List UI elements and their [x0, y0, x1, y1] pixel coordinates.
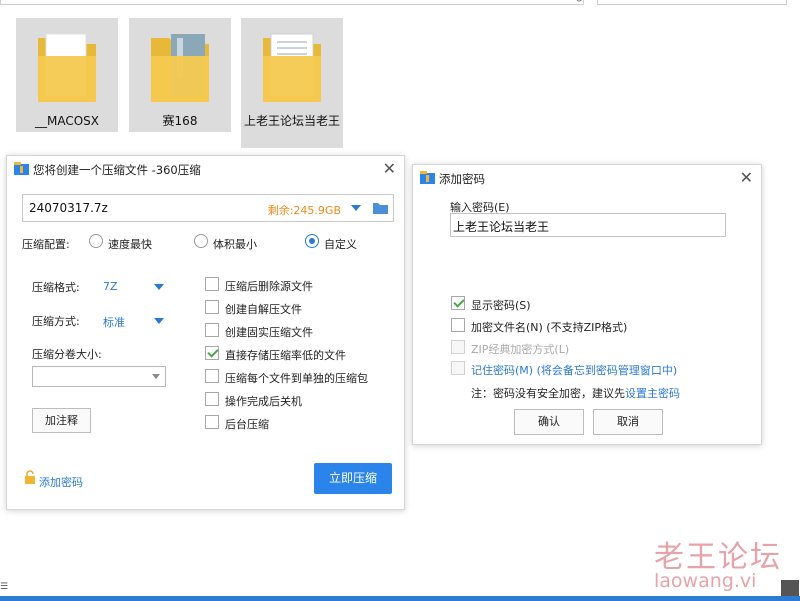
password-dialog: 添加密码 ✕ 输入密码(E) 上老王论坛当老王 显示密码(S) 加密文件名(N)… — [412, 164, 762, 445]
option-fastest-label[interactable]: 速度最快 — [108, 236, 152, 252]
folder-item[interactable]: 上老王论坛当老王 — [241, 18, 343, 148]
checkbox-delete-source[interactable] — [205, 277, 219, 291]
checkbox-label[interactable]: 后台压缩 — [225, 416, 269, 432]
password-dialog-titlebar: 添加密码 ✕ — [413, 165, 761, 191]
lock-icon — [25, 470, 35, 484]
archive-path-field[interactable]: 24070317.7z 剩余:245.9GB — [22, 194, 394, 222]
folder-label: __MACOSX — [34, 114, 99, 128]
checkbox-store-low-ratio[interactable] — [205, 346, 219, 360]
password-value[interactable]: 上老王论坛当老王 — [453, 218, 549, 235]
checkbox-label[interactable]: 创建自解压文件 — [225, 301, 302, 317]
password-note: 注：密码没有安全加密，建议先 — [471, 387, 625, 400]
checkbox-background[interactable] — [205, 415, 219, 429]
password-dialog-title: 添加密码 — [439, 172, 485, 186]
status-bar — [0, 596, 800, 601]
cancel-button[interactable]: 取消 — [593, 409, 663, 435]
checkbox-encrypt-filenames[interactable] — [451, 318, 465, 332]
folder-icon — [151, 34, 209, 102]
archive-app-icon — [420, 171, 435, 184]
chevron-down-icon[interactable] — [154, 318, 164, 324]
folder-icon — [38, 33, 96, 102]
checkbox-label[interactable]: 操作完成后关机 — [225, 393, 302, 409]
folder-label: 赛168 — [162, 114, 198, 128]
checkbox-shutdown[interactable] — [205, 392, 219, 406]
set-master-password-link[interactable]: 设置主密码 — [625, 385, 680, 401]
volume-size-label: 压缩分卷大小: — [32, 348, 102, 361]
add-comment-button[interactable]: 加注释 — [32, 408, 91, 433]
option-smallest-label[interactable]: 体积最小 — [213, 236, 257, 252]
address-bar[interactable] — [0, 0, 584, 5]
checkbox-label[interactable]: 压缩每个文件到单独的压缩包 — [225, 370, 368, 386]
checkbox-label[interactable]: ZIP经典加密方式(L) — [471, 341, 569, 357]
checkbox-separate-archives[interactable] — [205, 369, 219, 383]
volume-size-combobox[interactable] — [32, 366, 166, 387]
radio-smallest[interactable] — [194, 234, 208, 248]
checkbox-label[interactable]: 显示密码(S) — [471, 297, 531, 313]
checkbox-remember-password[interactable] — [451, 361, 465, 375]
checkbox-self-extract[interactable] — [205, 300, 219, 314]
ok-button[interactable]: 确认 — [514, 409, 584, 435]
folder-label: 上老王论坛当老王 — [243, 114, 340, 128]
checkbox-label[interactable]: 压缩后删除源文件 — [225, 278, 313, 294]
folder-item[interactable]: 赛168 — [129, 18, 231, 132]
refresh-icon[interactable]: ↻ — [572, 0, 586, 5]
format-select[interactable]: 7Z — [103, 280, 118, 293]
compress-config-label: 压缩配置: — [22, 238, 70, 251]
folder-item[interactable]: __MACOSX — [16, 18, 118, 132]
checkbox-label[interactable]: 直接存储压缩率低的文件 — [225, 347, 346, 363]
details-view-icon[interactable]: ☰ — [0, 582, 8, 592]
browse-folder-icon[interactable] — [373, 201, 388, 214]
radio-custom[interactable] — [305, 234, 319, 248]
option-custom-label[interactable]: 自定义 — [324, 236, 357, 252]
checkbox-zip-classic[interactable] — [451, 340, 465, 354]
checkbox-label[interactable]: 记住密码(M) (将会备忘到密码管理窗口中) — [471, 362, 677, 378]
archive-filename[interactable]: 24070317.7z — [29, 201, 108, 215]
compress-dialog-title: 您将创建一个压缩文件 -360压缩 — [33, 163, 201, 177]
chevron-down-icon[interactable] — [154, 284, 164, 290]
folder-icon — [263, 33, 321, 102]
checkbox-label[interactable]: 加密文件名(N) (不支持ZIP格式) — [471, 319, 627, 335]
password-input[interactable]: 上老王论坛当老王 — [450, 213, 726, 237]
method-label: 压缩方式: — [32, 315, 80, 328]
search-box[interactable] — [597, 0, 787, 5]
chevron-down-icon[interactable] — [351, 205, 361, 211]
watermark-url: laowang.vi — [654, 570, 757, 592]
compress-dialog-titlebar: 您将创建一个压缩文件 -360压缩 ✕ — [7, 156, 404, 182]
format-label: 压缩格式: — [32, 281, 80, 294]
checkbox-show-password[interactable] — [451, 296, 465, 310]
compress-now-button[interactable]: 立即压缩 — [314, 463, 392, 494]
checkbox-solid-archive[interactable] — [205, 323, 219, 337]
free-space-label: 剩余:245.9GB — [267, 204, 341, 217]
add-password-link[interactable]: 添加密码 — [39, 474, 83, 490]
resize-grip-icon[interactable] — [781, 580, 799, 596]
close-icon[interactable]: ✕ — [383, 159, 396, 178]
method-select[interactable]: 标准 — [103, 314, 125, 330]
archive-app-icon — [14, 162, 29, 175]
radio-fastest[interactable] — [89, 234, 103, 248]
checkbox-label[interactable]: 创建固实压缩文件 — [225, 324, 313, 340]
close-icon[interactable]: ✕ — [740, 168, 753, 187]
chevron-down-icon[interactable] — [152, 374, 160, 379]
